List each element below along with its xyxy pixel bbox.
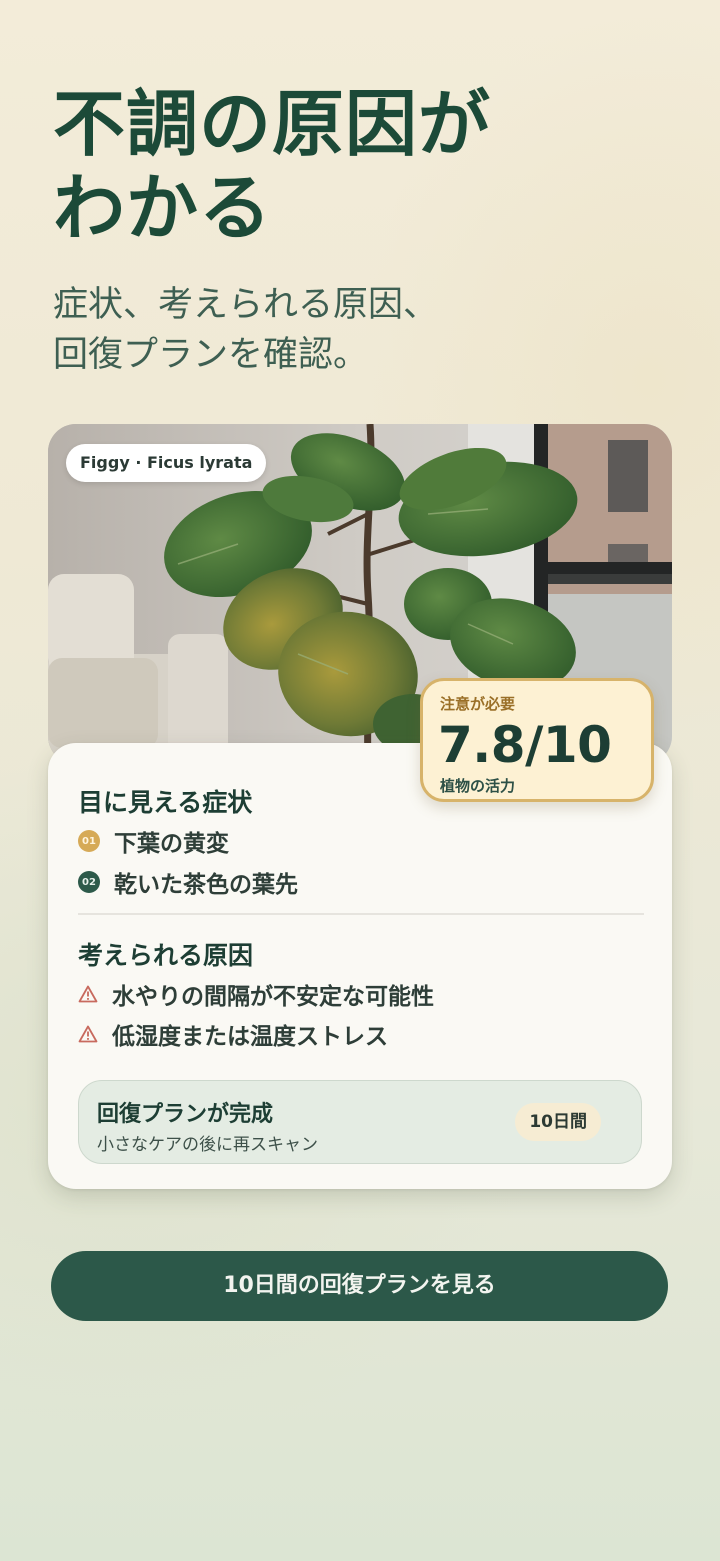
recovery-plan-card[interactable]: 回復プランが完成 小さなケアの後に再スキャン 10日間 (78, 1080, 642, 1164)
causes-title: 考えられる原因 (78, 941, 254, 970)
vitality-score-card: 注意が必要 7.8/10 植物の活力 (420, 678, 654, 802)
title-line-1: 不調の原因が (53, 82, 492, 166)
score-status: 注意が必要 (440, 695, 516, 713)
cause-item: 低湿度または温度ストレス (78, 1018, 388, 1050)
symptom-item: 01 下葉の黄変 (78, 825, 229, 857)
symptoms-title: 目に見える症状 (78, 788, 253, 817)
plan-title: 回復プランが完成 (97, 1102, 274, 1127)
cause-text: 水やりの間隔が不安定な可能性 (112, 984, 434, 1010)
page-title: 不調の原因が わかる (53, 82, 673, 250)
page-subtitle: 症状、考えられる原因、 回復プランを確認。 (53, 280, 673, 380)
view-recovery-plan-button[interactable]: 10日間の回復プランを見る (51, 1251, 668, 1321)
title-line-2: わかる (53, 166, 273, 250)
warning-icon (78, 985, 98, 1003)
cause-item: 水やりの間隔が不安定な可能性 (78, 978, 434, 1010)
subtitle-line-2: 回復プランを確認。 (53, 335, 369, 375)
plan-subtitle: 小さなケアの後に再スキャン (97, 1135, 318, 1155)
plan-duration-badge: 10日間 (515, 1103, 601, 1141)
symptom-item: 02 乾いた茶色の葉先 (78, 866, 298, 898)
section-divider (78, 913, 644, 915)
symptom-number-badge: 02 (78, 871, 100, 893)
score-value: 7.8/10 (438, 716, 612, 774)
symptom-text: 下葉の黄変 (114, 831, 229, 857)
warning-icon (78, 1025, 98, 1043)
diagnosis-card: 目に見える症状 01 下葉の黄変 02 乾いた茶色の葉先 考えられる原因 水やり… (48, 743, 672, 1189)
plant-name-tag: Figgy · Ficus lyrata (66, 444, 267, 482)
score-caption: 植物の活力 (440, 777, 516, 795)
symptom-text: 乾いた茶色の葉先 (114, 872, 298, 898)
symptom-number-badge: 01 (78, 830, 100, 852)
cause-text: 低湿度または温度ストレス (112, 1024, 388, 1050)
subtitle-line-1: 症状、考えられる原因、 (53, 285, 439, 325)
